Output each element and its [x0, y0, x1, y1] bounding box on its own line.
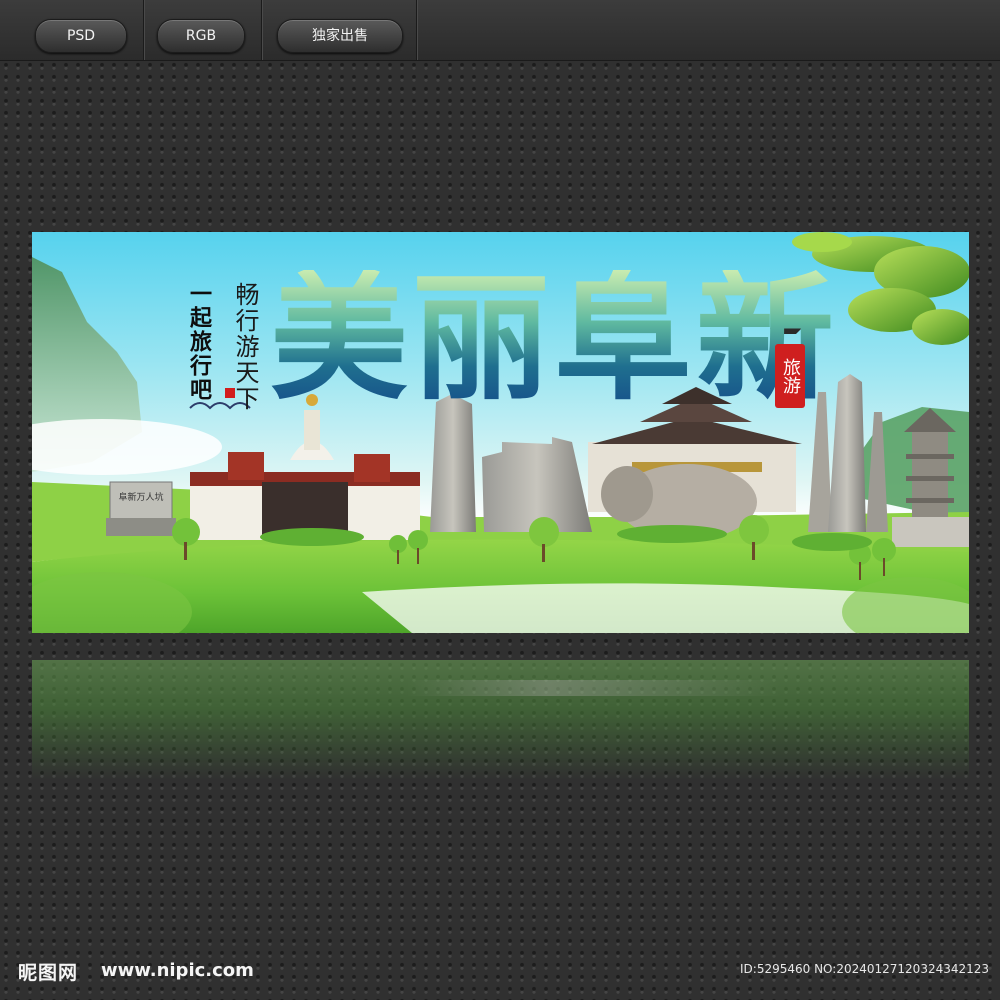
site-url: www.nipic.com	[101, 960, 254, 981]
red-seal-mark	[225, 388, 235, 398]
left-cloud	[32, 419, 222, 475]
shrub	[260, 528, 364, 546]
top-toolbar: PSD RGB 独家出售	[0, 0, 1000, 61]
toolbar-divider	[416, 0, 418, 60]
monument-base	[106, 518, 176, 536]
tourism-seal: 旅游	[775, 344, 805, 408]
shrub	[792, 533, 872, 551]
monument-plaque-text: 阜新万人坑	[118, 491, 163, 503]
poster-main-title: 美丽阜新	[270, 258, 839, 419]
image-id-label: ID:5295460 NO:20240127120324342123	[740, 962, 990, 976]
watchtower	[482, 437, 592, 532]
temple-tower-right	[354, 454, 390, 482]
exclusive-sale-button[interactable]: 独家出售	[277, 19, 403, 53]
toolbar-divider	[261, 0, 263, 60]
site-logo: 昵图网	[18, 962, 79, 984]
poster-reflection	[32, 660, 969, 780]
rgb-mode-button[interactable]: RGB	[157, 19, 245, 53]
temple-tower-left	[228, 452, 264, 480]
boulder-small	[601, 466, 653, 522]
right-stones	[892, 517, 969, 547]
shrub	[617, 525, 727, 543]
together-vertical-text: 一起旅行吧	[186, 282, 212, 402]
toolbar-divider	[143, 0, 145, 60]
psd-format-button[interactable]: PSD	[35, 19, 127, 53]
temple-gate	[262, 482, 348, 536]
